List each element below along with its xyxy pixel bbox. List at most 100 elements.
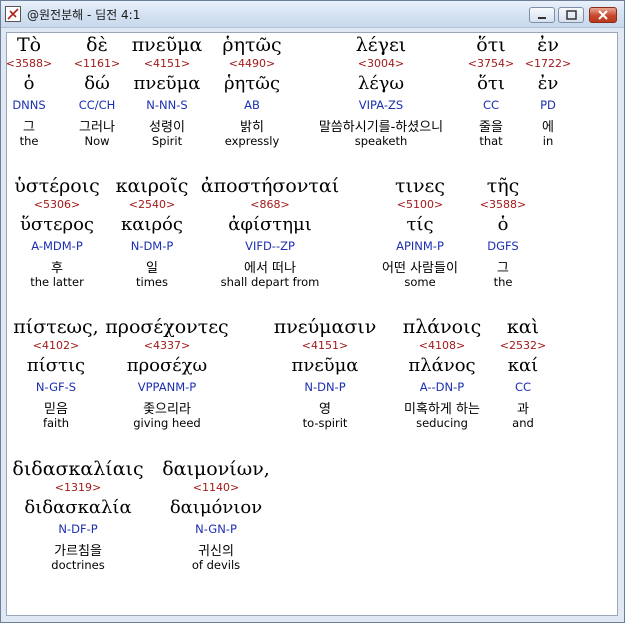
greek-word: τῆς — [486, 175, 520, 197]
lemma: τίς — [406, 214, 434, 235]
korean-gloss: 어떤 사람들이 — [382, 261, 458, 276]
parsing-code: VIFD--ZP — [245, 239, 295, 253]
strong-number: <4490> — [228, 57, 276, 70]
strong-number: <1140> — [192, 481, 240, 494]
strong-number: <4337> — [143, 339, 191, 352]
strong-number: <4151> — [143, 57, 191, 70]
strong-number: <1319> — [54, 481, 102, 494]
strong-number: <4108> — [418, 339, 466, 352]
korean-gloss: 에 — [542, 120, 554, 135]
english-gloss: shall depart from — [220, 275, 320, 289]
greek-word: πνεῦμα — [131, 34, 203, 56]
greek-word: ὑστέροις — [14, 175, 100, 197]
lemma: πλάνος — [408, 355, 476, 376]
window-title: @원전분해 - 딤전 4:1 — [27, 8, 141, 22]
parsing-code: A-MDM-P — [31, 239, 83, 253]
strong-number: <5306> — [33, 198, 81, 211]
english-gloss: the latter — [30, 275, 84, 289]
korean-gloss: 말씀하시기를-하셨으니 — [318, 120, 444, 135]
english-gloss: the — [19, 134, 39, 148]
strong-number: <3588> — [479, 198, 527, 211]
korean-gloss: 가르침을 — [54, 544, 102, 559]
strong-number: <1722> — [524, 57, 572, 70]
lemma: πίστις — [26, 355, 86, 376]
korean-gloss: 그 — [23, 120, 35, 135]
greek-word: προσέχοντες — [105, 316, 229, 338]
close-button[interactable] — [589, 7, 617, 23]
greek-word: δαιμονίων, — [162, 458, 270, 480]
strong-number: <5100> — [396, 198, 444, 211]
korean-gloss: 그러나 — [79, 120, 115, 135]
english-gloss: faith — [42, 416, 70, 430]
korean-gloss: 그 — [497, 261, 509, 276]
greek-word: τινες — [395, 175, 445, 197]
english-gloss: of devils — [191, 558, 241, 572]
lemma: ὁ — [23, 73, 35, 94]
english-gloss: in — [542, 134, 554, 148]
greek-word: ἐν — [537, 34, 559, 56]
korean-gloss: 줄을 — [479, 120, 503, 135]
app-window: @원전분해 - 딤전 4:1 Τὸ <3588> ὁ DNNS 그 the δὲ <1161>… — [0, 0, 625, 623]
minimize-button[interactable] — [529, 7, 555, 23]
korean-gloss: 에서 떠나 — [244, 261, 296, 276]
english-gloss: doctrines — [51, 558, 105, 572]
lemma: ἐν — [537, 73, 559, 94]
english-gloss: Spirit — [151, 134, 183, 148]
strong-number: <3588> — [5, 57, 53, 70]
parsing-code: N-GF-S — [35, 380, 77, 394]
korean-gloss: 밝히 — [240, 120, 264, 135]
english-gloss: and — [512, 416, 534, 430]
strong-number: <3754> — [467, 57, 515, 70]
maximize-icon — [566, 10, 577, 20]
lemma: διδασκαλία — [24, 497, 132, 518]
minimize-icon — [538, 17, 546, 19]
lemma: ῥητῶς — [223, 73, 281, 94]
greek-word: πλάνοις — [402, 316, 482, 338]
parsing-code: DGFS — [487, 239, 519, 253]
lemma: δώ — [84, 73, 110, 94]
parsing-code: VIPA-ZS — [358, 98, 404, 112]
greek-word: πίστεως, — [13, 316, 99, 338]
lemma: λέγω — [357, 73, 405, 94]
parsing-code: CC/CH — [78, 98, 116, 112]
maximize-button[interactable] — [558, 7, 584, 23]
korean-gloss: 성령이 — [149, 120, 185, 135]
lemma: ὅτι — [477, 73, 505, 94]
greek-word: λέγει — [355, 34, 407, 56]
greek-word: ῥητῶς — [222, 34, 282, 56]
analysis-panel[interactable]: Τὸ <3588> ὁ DNNS 그 the δὲ <1161> δώ CC/CH 그러나 Now πν… — [6, 32, 618, 616]
english-gloss: that — [479, 134, 503, 148]
lemma: δαιμόνιον — [169, 497, 263, 518]
korean-gloss: 미혹하게 하는 — [404, 402, 480, 417]
english-gloss: expressly — [224, 134, 280, 148]
korean-gloss: 과 — [517, 402, 529, 417]
greek-word: καὶ — [506, 316, 540, 338]
korean-gloss: 후 — [51, 261, 63, 276]
parsing-code: N-DM-P — [130, 239, 174, 253]
strong-number: <2540> — [128, 198, 176, 211]
strong-number: <2532> — [499, 339, 547, 352]
lemma: ὕστερος — [19, 214, 95, 235]
english-gloss: some — [404, 275, 436, 289]
lemma: πνεῦμα — [133, 73, 201, 94]
lemma: ὁ — [497, 214, 509, 235]
lemma: προσέχω — [126, 355, 208, 376]
english-gloss: Now — [84, 134, 110, 148]
greek-word: καιροῖς — [115, 175, 189, 197]
parsing-code: DNNS — [12, 98, 46, 112]
korean-gloss: 좇으리라 — [143, 402, 191, 417]
greek-word: πνεύμασιν — [273, 316, 377, 338]
korean-gloss: 일 — [146, 261, 158, 276]
parsing-code: CC — [482, 98, 500, 112]
parsing-code: AB — [244, 98, 260, 112]
korean-gloss: 믿음 — [44, 402, 68, 417]
greek-word: ὅτι — [476, 34, 506, 56]
parsing-code: PD — [540, 98, 556, 112]
parsing-code: CC — [514, 380, 532, 394]
english-gloss: the — [493, 275, 513, 289]
greek-word: διδασκαλίαις — [12, 458, 144, 480]
title-bar[interactable]: @원전분해 - 딤전 4:1 — [1, 1, 624, 28]
parsing-code: APINM-P — [396, 239, 444, 253]
parsing-code: A--DN-P — [419, 380, 465, 394]
english-gloss: seducing — [416, 416, 468, 430]
